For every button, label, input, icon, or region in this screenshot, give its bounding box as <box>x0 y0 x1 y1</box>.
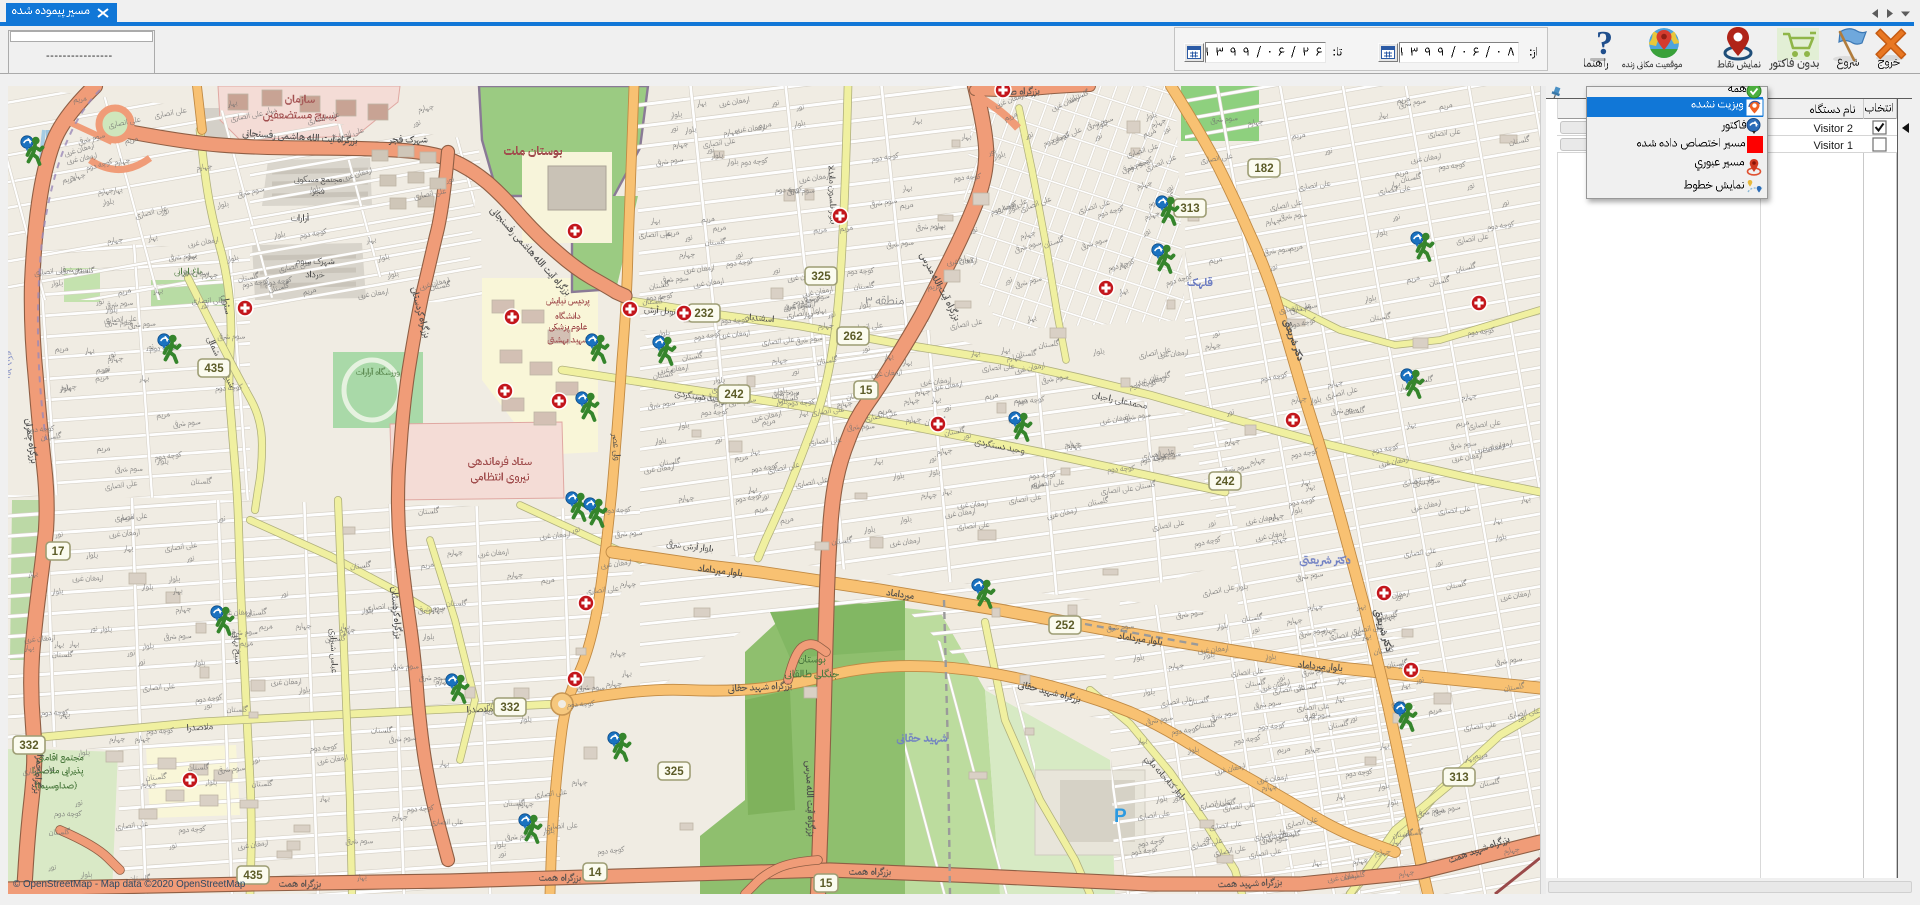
svg-text:313: 313 <box>1180 203 1199 215</box>
svg-text:332: 332 <box>500 702 519 714</box>
svg-text:P: P <box>1114 806 1127 827</box>
svg-text:242: 242 <box>724 389 743 401</box>
svg-text:15: 15 <box>860 385 873 397</box>
svg-text:?: ? <box>1596 26 1613 62</box>
svg-text:262: 262 <box>843 331 862 343</box>
svg-text:15: 15 <box>820 878 833 890</box>
svg-text:325: 325 <box>811 271 831 283</box>
svg-text:435: 435 <box>243 870 263 882</box>
svg-text:313: 313 <box>1449 772 1468 784</box>
svg-text:325: 325 <box>664 766 684 778</box>
svg-text:252: 252 <box>1055 620 1074 632</box>
svg-text:Visitor 2: Visitor 2 <box>1813 123 1853 135</box>
svg-text:232: 232 <box>694 308 713 320</box>
svg-text:242: 242 <box>1215 476 1234 488</box>
svg-text:© OpenStreetMap - Map data ©20: © OpenStreetMap - Map data ©2020 OpenStr… <box>13 879 246 890</box>
svg-text:182: 182 <box>1254 163 1273 175</box>
svg-text:14: 14 <box>589 867 602 879</box>
svg-text:17: 17 <box>52 546 65 558</box>
svg-text:435: 435 <box>204 363 224 375</box>
svg-text:332: 332 <box>19 740 38 752</box>
svg-text:Visitor 1: Visitor 1 <box>1813 140 1853 152</box>
